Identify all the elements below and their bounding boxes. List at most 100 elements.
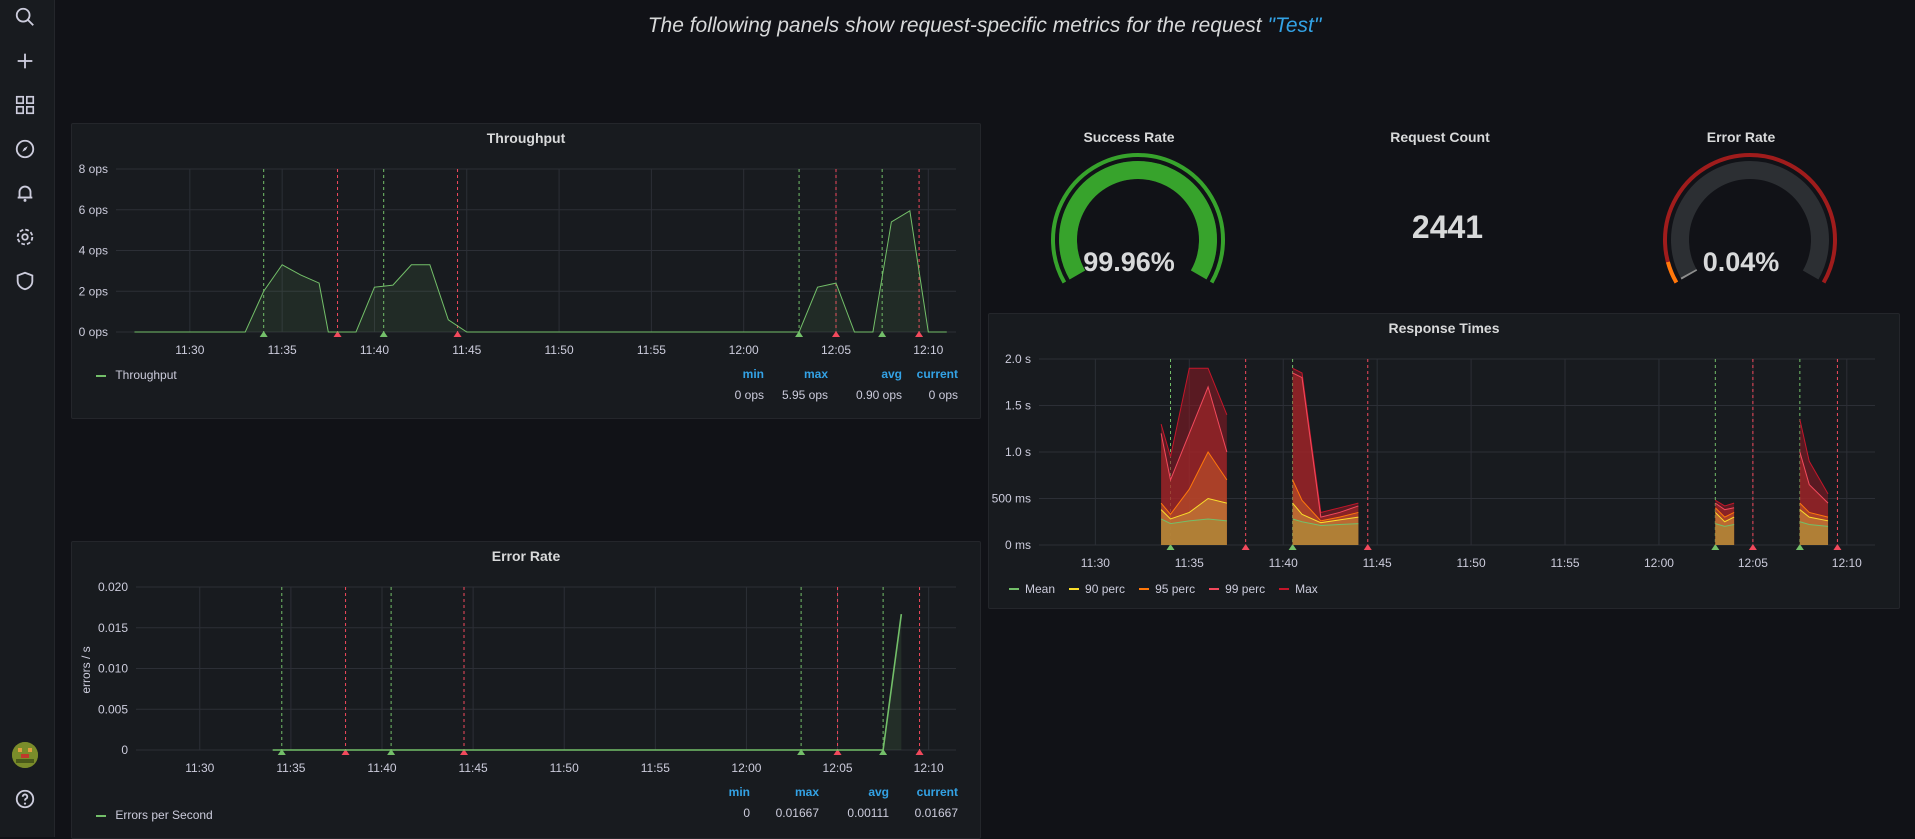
legend-swatch bbox=[96, 814, 106, 817]
x-tick-label: 12:05 bbox=[1738, 556, 1768, 570]
x-tick-label: 11:50 bbox=[545, 343, 574, 357]
y-tick-label: 2 ops bbox=[79, 284, 108, 298]
rt-legend-item[interactable]: 95 perc bbox=[1139, 582, 1195, 596]
error-rate-panel: Error Rate 0 0.005 0.010 0.015 0.020 11:30 11:… bbox=[71, 541, 981, 839]
y-tick-label: 0.010 bbox=[98, 662, 128, 676]
y-tick-label: 0 bbox=[121, 743, 128, 757]
response-times-chart[interactable]: 0 ms 500 ms 1.0 s 1.5 s 2.0 s 11:30 11:35 11:40… bbox=[989, 314, 1899, 608]
legend-value-max: 0.01667 bbox=[776, 806, 820, 820]
x-tick-label: 11:55 bbox=[637, 343, 666, 357]
legend-label: Mean bbox=[1025, 582, 1056, 596]
y-tick-label: 0 ops bbox=[79, 325, 108, 339]
y-tick-label: 0.005 bbox=[98, 702, 128, 716]
help-icon[interactable] bbox=[12, 786, 38, 812]
legend-swatch bbox=[1009, 588, 1019, 590]
y-tick-label: 4 ops bbox=[79, 244, 108, 258]
y-tick-label: 8 ops bbox=[79, 162, 108, 176]
y-tick-label: 2.0 s bbox=[1005, 352, 1031, 366]
x-tick-label: 11:40 bbox=[360, 343, 389, 357]
shield-icon[interactable] bbox=[12, 268, 38, 294]
rt-legend-item[interactable]: Max bbox=[1279, 582, 1318, 596]
legend-swatch bbox=[1069, 588, 1080, 590]
x-tick-label: 11:45 bbox=[1363, 556, 1392, 570]
x-tick-label: 11:50 bbox=[1457, 556, 1486, 570]
legend-header-current: current bbox=[917, 785, 958, 799]
y-tick-label: 0.020 bbox=[98, 580, 128, 594]
x-tick-label: 11:55 bbox=[641, 761, 670, 775]
legend-swatch bbox=[1139, 588, 1150, 590]
throughput-panel: Throughput 0 ops 2 ops 4 ops 6 ops 8 ops 11:3… bbox=[71, 123, 981, 419]
response-times-legend: Mean 90 perc 95 perc 99 perc Max bbox=[1009, 582, 1318, 596]
x-tick-label: 11:45 bbox=[459, 761, 488, 775]
request-count-value: 2441 bbox=[1411, 209, 1484, 245]
x-tick-label: 11:35 bbox=[268, 343, 297, 357]
x-tick-label: 11:30 bbox=[175, 343, 204, 357]
legend-label: Max bbox=[1295, 582, 1318, 596]
legend-value-current: 0 ops bbox=[929, 388, 958, 402]
error-rate-legend-series[interactable]: Errors per Second bbox=[96, 808, 213, 822]
x-tick-label: 11:35 bbox=[1175, 556, 1204, 570]
rt-legend-item[interactable]: 90 perc bbox=[1069, 582, 1125, 596]
legend-label: 99 perc bbox=[1225, 582, 1266, 596]
legend-swatch bbox=[1209, 588, 1220, 590]
request-header-text: The following panels show request-specif… bbox=[54, 14, 1915, 38]
x-tick-label: 12:10 bbox=[913, 343, 943, 357]
success-rate-value: 99.96% bbox=[1083, 247, 1175, 277]
alerting-bell-icon[interactable] bbox=[12, 180, 38, 206]
throughput-chart[interactable]: 0 ops 2 ops 4 ops 6 ops 8 ops 11:30 11:35 11:40… bbox=[72, 124, 980, 418]
x-tick-label: 11:40 bbox=[367, 761, 396, 775]
legend-header-avg: avg bbox=[868, 785, 889, 799]
response-times-panel: Response Times 0 ms 500 ms 1.0 s 1.5 s 2.0 s… bbox=[988, 313, 1900, 609]
error-rate-chart[interactable]: 0 0.005 0.010 0.015 0.020 11:30 11:35 11:40 11:4… bbox=[72, 542, 980, 838]
legend-swatch bbox=[96, 374, 106, 377]
legend-header-min: min bbox=[729, 785, 750, 799]
y-tick-label: 6 ops bbox=[79, 203, 108, 217]
error-area bbox=[272, 614, 902, 750]
x-tick-label: 12:00 bbox=[731, 761, 761, 775]
request-count-panel: Request Count 2441 bbox=[1300, 123, 1580, 303]
legend-label: 90 perc bbox=[1085, 582, 1126, 596]
x-tick-label: 11:55 bbox=[1550, 556, 1579, 570]
legend-value-min: 0 bbox=[743, 806, 750, 820]
request-name: "Test" bbox=[1267, 14, 1322, 37]
legend-header-max: max bbox=[795, 785, 819, 799]
legend-header-current: current bbox=[917, 367, 958, 381]
explore-icon[interactable] bbox=[12, 136, 38, 162]
legend-series-name: Errors per Second bbox=[115, 808, 213, 822]
error-rate-gauge-value: 0.04% bbox=[1702, 247, 1780, 277]
error-line[interactable] bbox=[272, 614, 903, 751]
x-tick-label: 12:00 bbox=[1644, 556, 1674, 570]
legend-value-min: 0 ops bbox=[735, 388, 764, 402]
y-tick-label: 0 ms bbox=[1005, 538, 1031, 552]
search-icon[interactable] bbox=[12, 4, 38, 30]
throughput-legend-series[interactable]: Throughput bbox=[96, 368, 177, 382]
x-tick-label: 11:30 bbox=[185, 761, 214, 775]
y-tick-label: 500 ms bbox=[992, 492, 1031, 506]
x-tick-label: 11:35 bbox=[276, 761, 305, 775]
sidebar bbox=[0, 0, 55, 837]
request-count-title: Request Count bbox=[1390, 129, 1490, 145]
x-tick-label: 11:45 bbox=[452, 343, 481, 357]
gear-icon[interactable] bbox=[12, 224, 38, 250]
x-tick-label: 11:40 bbox=[1269, 556, 1298, 570]
legend-value-avg: 0.00111 bbox=[847, 806, 889, 820]
x-tick-label: 12:10 bbox=[914, 761, 944, 775]
x-tick-label: 12:05 bbox=[821, 343, 851, 357]
legend-header-min: min bbox=[743, 367, 764, 381]
legend-value-current: 0.01667 bbox=[915, 806, 959, 820]
rt-legend-item[interactable]: Mean bbox=[1009, 582, 1055, 596]
success-rate-panel: Success Rate 99.96% bbox=[988, 123, 1270, 303]
avatar[interactable] bbox=[12, 742, 38, 768]
rt-legend-item[interactable]: 99 perc bbox=[1209, 582, 1265, 596]
legend-header-max: max bbox=[804, 367, 828, 381]
dashboards-icon[interactable] bbox=[12, 92, 38, 118]
error-rate-gauge-panel: Error Rate 0.04% bbox=[1608, 123, 1874, 303]
x-tick-label: 11:30 bbox=[1081, 556, 1110, 570]
legend-value-max: 5.95 ops bbox=[782, 388, 828, 402]
legend-header-avg: avg bbox=[881, 367, 902, 381]
legend-label: 95 perc bbox=[1155, 582, 1196, 596]
x-tick-label: 12:05 bbox=[823, 761, 853, 775]
legend-series-name: Throughput bbox=[115, 368, 177, 382]
plus-icon[interactable] bbox=[12, 48, 38, 74]
header-prefix: The following panels show request-specif… bbox=[647, 14, 1268, 37]
